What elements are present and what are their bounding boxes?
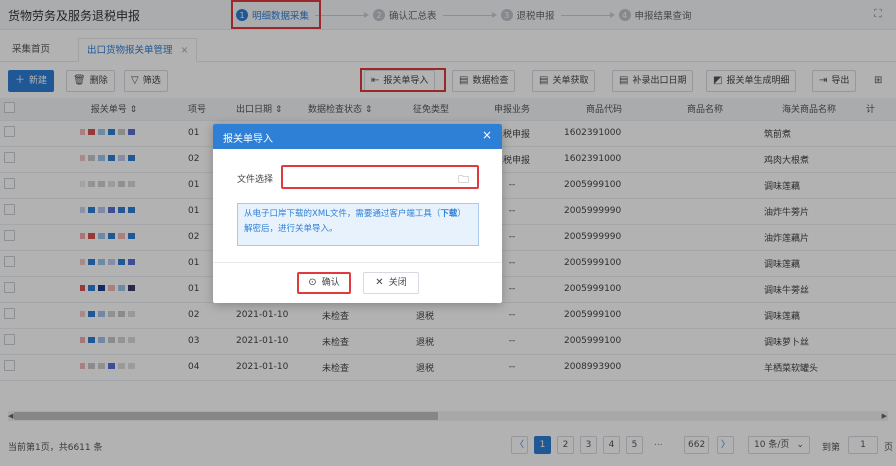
close-icon: ✕ xyxy=(375,277,384,288)
dialog-title: 报关单导入 xyxy=(223,134,273,145)
import-dialog: 报关单导入 × 文件选择 🗀 从电子口岸下载的XML文件，需要通过客户端工具（下… xyxy=(213,124,502,303)
file-select-input[interactable]: 🗀 xyxy=(281,165,479,189)
import-notice: 从电子口岸下载的XML文件，需要通过客户端工具（下载） 解密后，进行关单导入。 xyxy=(237,203,479,246)
close-icon[interactable]: × xyxy=(482,128,492,142)
file-select-label: 文件选择 xyxy=(237,175,274,185)
folder-icon[interactable]: 🗀 xyxy=(458,171,469,190)
dialog-divider xyxy=(213,262,502,263)
close-button[interactable]: ✕ 关闭 xyxy=(363,272,419,294)
confirm-button[interactable]: ⊙ 确认 xyxy=(297,272,351,294)
download-link[interactable]: 下载 xyxy=(440,209,457,219)
check-circle-icon: ⊙ xyxy=(308,277,317,288)
dialog-header: 报关单导入 × xyxy=(213,124,502,149)
